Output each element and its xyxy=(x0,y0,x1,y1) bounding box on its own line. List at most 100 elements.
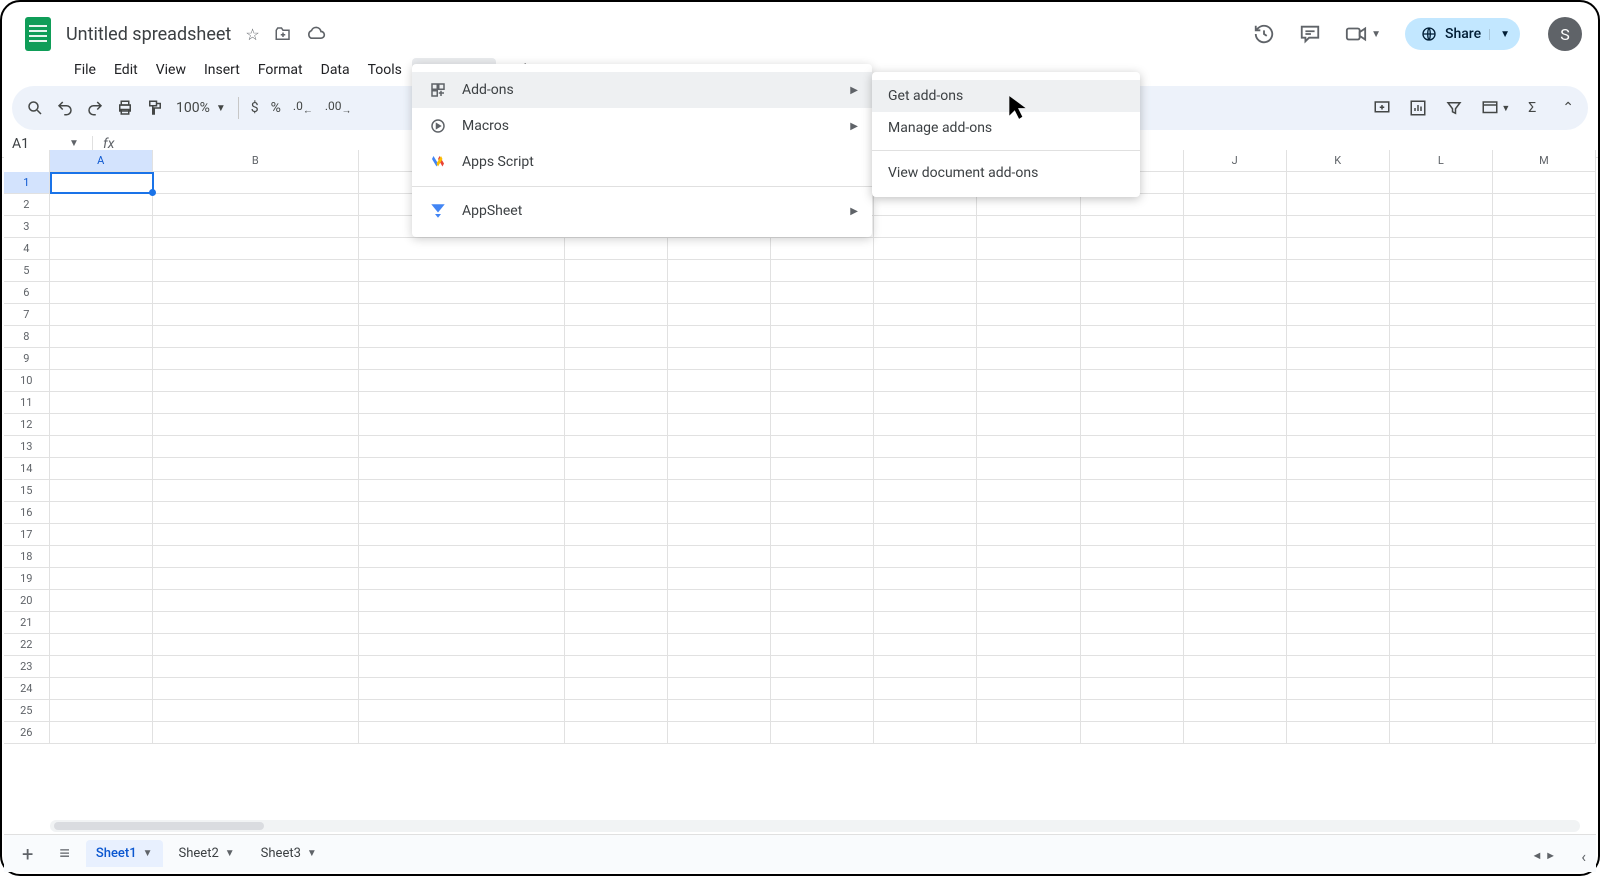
cell[interactable] xyxy=(153,238,359,259)
cell[interactable] xyxy=(153,502,359,523)
cell[interactable] xyxy=(1287,216,1390,237)
cell[interactable] xyxy=(359,568,565,589)
cell[interactable] xyxy=(1287,634,1390,655)
cell[interactable] xyxy=(153,194,359,215)
cell[interactable] xyxy=(153,172,359,193)
cell[interactable] xyxy=(565,678,668,699)
cell[interactable] xyxy=(50,524,153,545)
cell[interactable] xyxy=(1184,370,1287,391)
row-header[interactable]: 20 xyxy=(4,590,50,611)
cell[interactable] xyxy=(565,634,668,655)
cell[interactable] xyxy=(1081,568,1184,589)
cell[interactable] xyxy=(1184,282,1287,303)
tab-menu-arrow-icon[interactable]: ▼ xyxy=(143,848,153,859)
cell[interactable] xyxy=(1081,700,1184,721)
cell[interactable] xyxy=(1184,524,1287,545)
cell[interactable] xyxy=(771,502,874,523)
column-header[interactable]: K xyxy=(1287,150,1390,171)
row-header[interactable]: 24 xyxy=(4,678,50,699)
cell[interactable] xyxy=(1493,414,1596,435)
menu-item-appsheet[interactable]: AppSheet▶ xyxy=(412,193,872,229)
cell[interactable] xyxy=(1184,304,1287,325)
cell[interactable] xyxy=(565,458,668,479)
cell[interactable] xyxy=(359,722,565,743)
cell[interactable] xyxy=(1287,502,1390,523)
row-header[interactable]: 26 xyxy=(4,722,50,743)
cell[interactable] xyxy=(565,260,668,281)
cell[interactable] xyxy=(359,502,565,523)
cell[interactable] xyxy=(153,722,359,743)
cell[interactable] xyxy=(977,370,1080,391)
cell[interactable] xyxy=(874,304,977,325)
cell[interactable] xyxy=(771,348,874,369)
cell[interactable] xyxy=(153,568,359,589)
fill-handle[interactable] xyxy=(149,189,156,196)
cell[interactable] xyxy=(874,546,977,567)
print-icon[interactable] xyxy=(116,99,134,117)
cell[interactable] xyxy=(977,502,1080,523)
cell[interactable] xyxy=(1081,722,1184,743)
cell[interactable] xyxy=(1287,722,1390,743)
cell[interactable] xyxy=(153,436,359,457)
cell[interactable] xyxy=(1287,590,1390,611)
cell[interactable] xyxy=(50,194,153,215)
cell[interactable] xyxy=(1184,480,1287,501)
cell[interactable] xyxy=(1493,194,1596,215)
cell[interactable] xyxy=(1493,304,1596,325)
cell[interactable] xyxy=(153,612,359,633)
cell[interactable] xyxy=(359,656,565,677)
cell[interactable] xyxy=(50,546,153,567)
cell[interactable] xyxy=(874,678,977,699)
paint-format-icon[interactable] xyxy=(146,99,164,117)
filter-icon[interactable] xyxy=(1445,99,1463,117)
history-icon[interactable] xyxy=(1253,23,1275,45)
cell[interactable] xyxy=(1081,436,1184,457)
cell[interactable] xyxy=(359,524,565,545)
cell[interactable] xyxy=(153,656,359,677)
cell[interactable] xyxy=(771,326,874,347)
row-header[interactable]: 9 xyxy=(4,348,50,369)
menu-edit[interactable]: Edit xyxy=(106,58,146,82)
cell[interactable] xyxy=(359,326,565,347)
cell[interactable] xyxy=(359,700,565,721)
cell[interactable] xyxy=(668,392,771,413)
cell[interactable] xyxy=(874,260,977,281)
cell[interactable] xyxy=(668,370,771,391)
explore-icon[interactable]: ‹ xyxy=(1581,847,1586,866)
cell[interactable] xyxy=(50,590,153,611)
cell[interactable] xyxy=(771,238,874,259)
cell[interactable] xyxy=(1493,722,1596,743)
cell[interactable] xyxy=(50,282,153,303)
cell[interactable] xyxy=(565,502,668,523)
row-header[interactable]: 14 xyxy=(4,458,50,479)
cell[interactable] xyxy=(874,348,977,369)
row-header[interactable]: 22 xyxy=(4,634,50,655)
meet-icon[interactable]: ▼ xyxy=(1345,25,1381,43)
cell[interactable] xyxy=(359,370,565,391)
cell[interactable] xyxy=(977,348,1080,369)
cell[interactable] xyxy=(565,590,668,611)
cell[interactable] xyxy=(874,722,977,743)
tab-nav-arrows[interactable]: ◄ ► xyxy=(1531,849,1556,862)
cell[interactable] xyxy=(1081,634,1184,655)
cell[interactable] xyxy=(153,304,359,325)
cell[interactable] xyxy=(668,656,771,677)
insert-chart-icon[interactable] xyxy=(1409,99,1427,117)
cell[interactable] xyxy=(1287,546,1390,567)
cell[interactable] xyxy=(1184,414,1287,435)
cell[interactable] xyxy=(874,700,977,721)
cell[interactable] xyxy=(1287,392,1390,413)
cell[interactable] xyxy=(1184,546,1287,567)
cell[interactable] xyxy=(1390,370,1493,391)
cell[interactable] xyxy=(1287,568,1390,589)
cell[interactable] xyxy=(1287,194,1390,215)
cell[interactable] xyxy=(565,656,668,677)
cell[interactable] xyxy=(1184,612,1287,633)
cell[interactable] xyxy=(977,722,1080,743)
row-header[interactable]: 25 xyxy=(4,700,50,721)
cell[interactable] xyxy=(1390,348,1493,369)
cell[interactable] xyxy=(1081,282,1184,303)
filter-views-icon[interactable]: ▼ xyxy=(1481,99,1510,117)
cell[interactable] xyxy=(565,722,668,743)
cell[interactable] xyxy=(1184,348,1287,369)
